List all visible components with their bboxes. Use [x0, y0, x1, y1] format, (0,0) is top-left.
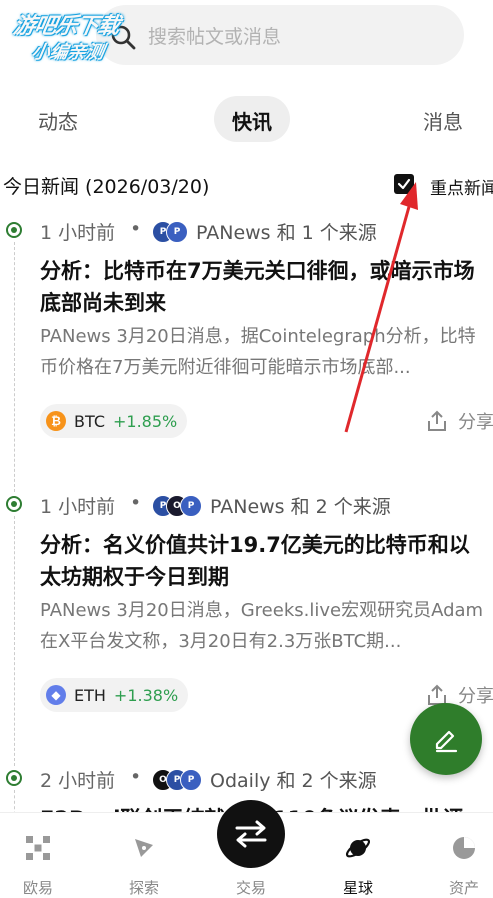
source-logo-icon: P	[180, 769, 202, 791]
tab-messages[interactable]: 消息	[423, 106, 463, 135]
news-headline[interactable]: 分析：比特币在7万美元关口徘徊，或暗示市场底部尚未到来	[40, 255, 490, 319]
pie-chart-icon	[453, 837, 475, 859]
timeline-dot	[6, 770, 22, 786]
source-logo-icon: P	[180, 495, 202, 517]
nav-label: 欧易	[22, 879, 53, 897]
key-news-label[interactable]: 重点新闻	[430, 174, 493, 199]
nav-label: 探索	[128, 879, 159, 897]
share-button[interactable]: 分享	[426, 408, 493, 434]
tab-dynamics[interactable]: 动态	[38, 106, 78, 135]
key-news-checkbox[interactable]	[394, 174, 414, 194]
meta-separator: •	[130, 218, 142, 240]
coin-chip-btc[interactable]: ₿ BTC +1.85%	[40, 404, 188, 438]
swap-arrows-icon	[235, 820, 267, 848]
bitcoin-icon: ₿	[46, 411, 66, 431]
pencil-icon	[435, 730, 458, 753]
timeline-line	[14, 242, 15, 492]
nav-planet[interactable]: 星球	[328, 833, 388, 897]
source-icons: P P	[152, 221, 188, 243]
news-time: 1 小时前	[40, 222, 116, 244]
source-icons: P O P	[152, 495, 202, 517]
watermark-logo: 游吧乐下载	[11, 14, 121, 39]
coin-chip-eth[interactable]: ◆ ETH +1.38%	[40, 678, 189, 712]
news-summary[interactable]: PANews 3月20日消息，Greeks.live宏观研究员Adam在X平台发…	[40, 595, 490, 657]
timeline-line	[14, 516, 15, 766]
news-source[interactable]: Odaily 和 2 个来源	[210, 766, 377, 793]
news-time: 1 小时前	[40, 496, 116, 518]
news-time: 2 小时前	[40, 770, 116, 792]
share-label: 分享	[458, 412, 493, 433]
tab-flash-news[interactable]: 快讯	[214, 96, 290, 142]
date-title: 今日新闻 (2026/03/20)	[3, 176, 210, 198]
nav-label: 交易	[235, 879, 266, 897]
coin-symbol: ETH	[74, 685, 106, 705]
search-input[interactable]: 搜索帖文或消息	[148, 22, 281, 49]
timeline-dot	[6, 496, 22, 512]
coin-symbol: BTC	[74, 411, 105, 431]
news-source[interactable]: PANews 和 1 个来源	[196, 218, 377, 245]
meta-separator: •	[130, 766, 142, 788]
ethereum-icon: ◆	[46, 685, 66, 705]
nav-label: 星球	[342, 879, 373, 897]
nav-label: 资产	[448, 879, 479, 897]
check-icon	[397, 178, 411, 190]
coin-change: +1.85%	[112, 411, 178, 431]
source-logo-icon: P	[166, 221, 188, 243]
okx-logo-icon	[26, 836, 50, 860]
meta-separator: •	[130, 492, 142, 514]
coin-change: +1.38%	[113, 685, 179, 705]
news-source[interactable]: PANews 和 2 个来源	[210, 492, 391, 519]
tab-flash-news-label: 快讯	[232, 110, 272, 134]
nav-assets[interactable]: 资产	[434, 833, 493, 897]
watermark-subtitle: 小编亲测	[29, 42, 106, 63]
source-icons: O P P	[152, 769, 202, 791]
compose-button[interactable]	[410, 703, 482, 775]
planet-icon	[345, 838, 371, 858]
trade-button[interactable]	[217, 800, 285, 868]
nav-explore[interactable]: 探索	[114, 833, 174, 897]
news-summary[interactable]: PANews 3月20日消息，据Cointelegraph分析，比特币价格在7万…	[40, 321, 490, 383]
share-icon	[428, 410, 446, 431]
timeline-dot	[6, 222, 22, 238]
news-headline[interactable]: 分析：名义价值共计19.7亿美元的比特币和以太坊期权于今日到期	[40, 529, 490, 593]
nav-okx[interactable]: 欧易	[8, 833, 68, 897]
share-label: 分享	[458, 686, 493, 707]
compass-icon	[135, 839, 153, 857]
